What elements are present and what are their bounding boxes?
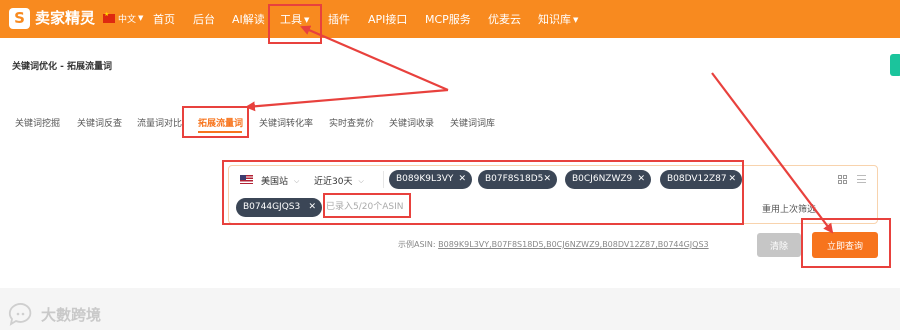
logo-icon: S <box>9 8 30 29</box>
tab-traffic-compare[interactable]: 流量词对比 <box>137 116 182 129</box>
watermark: 大數跨境 <box>7 302 101 326</box>
nav-plugin[interactable]: 插件 <box>328 11 350 27</box>
nav-youmaiyun[interactable]: 优麦云 <box>488 11 521 27</box>
highlight-tools-menu <box>268 4 322 44</box>
example-label: 示例ASIN: <box>398 240 436 249</box>
grid-view-icon[interactable] <box>838 175 847 184</box>
nav-dashboard[interactable]: 后台 <box>193 11 215 27</box>
example-asins: 示例ASIN: B089K9L3VY,B07F8S18D5,B0CJ6NZWZ9… <box>398 239 709 250</box>
tab-conversion-rate[interactable]: 关键词转化率 <box>259 116 313 129</box>
chat-bubble-icon <box>8 303 32 326</box>
nav-knowledge-label: 知识库 <box>538 13 571 26</box>
nav-mcp[interactable]: MCP服务 <box>425 11 471 27</box>
side-float-button[interactable] <box>890 54 900 76</box>
tab-keyword-library[interactable]: 关键词词库 <box>450 116 495 129</box>
example-value-link[interactable]: B089K9L3VY,B07F8S18D5,B0CJ6NZWZ9,B08DV12… <box>438 240 708 249</box>
list-view-icon[interactable] <box>857 175 866 184</box>
language-label: 中文 <box>118 15 137 25</box>
tab-reverse-asin[interactable]: 关键词反查 <box>77 116 122 129</box>
clear-button[interactable]: 清除 <box>757 233 801 257</box>
chevron-down-icon: ▼ <box>138 13 144 22</box>
reuse-last-filter-link[interactable]: 重用上次筛选 <box>762 202 816 215</box>
tab-keyword-mining[interactable]: 关键词挖掘 <box>15 116 60 129</box>
highlight-active-tab <box>182 106 249 138</box>
chevron-down-icon: ▼ <box>573 16 579 24</box>
nav-knowledge-base[interactable]: 知识库 ▼ <box>538 11 578 27</box>
tab-realtime-bid[interactable]: 实时查竞价 <box>329 116 374 129</box>
nav-ai-insight[interactable]: AI解读 <box>232 11 265 27</box>
language-switcher[interactable]: 中文 ▼ <box>103 11 144 25</box>
arrow-to-tab <box>245 88 449 112</box>
footer-area <box>0 288 900 330</box>
page-title: 关键词优化 - 拓展流量词 <box>12 62 113 72</box>
top-nav-bar: S 卖家精灵 中文 ▼ 首页 后台 AI解读 工具▼ 插件 API接口 MCP服… <box>0 0 900 38</box>
brand-logo[interactable]: S 卖家精灵 <box>9 8 95 29</box>
brand-name: 卖家精灵 <box>35 9 96 27</box>
watermark-text: 大數跨境 <box>41 305 102 324</box>
highlight-query-button <box>801 218 891 268</box>
tab-keyword-index[interactable]: 关键词收录 <box>389 116 434 129</box>
highlight-asin-input <box>222 160 744 225</box>
highlight-asin-count <box>323 193 411 218</box>
nav-home[interactable]: 首页 <box>153 11 175 27</box>
china-flag-icon <box>103 11 115 23</box>
nav-api[interactable]: API接口 <box>368 11 407 27</box>
